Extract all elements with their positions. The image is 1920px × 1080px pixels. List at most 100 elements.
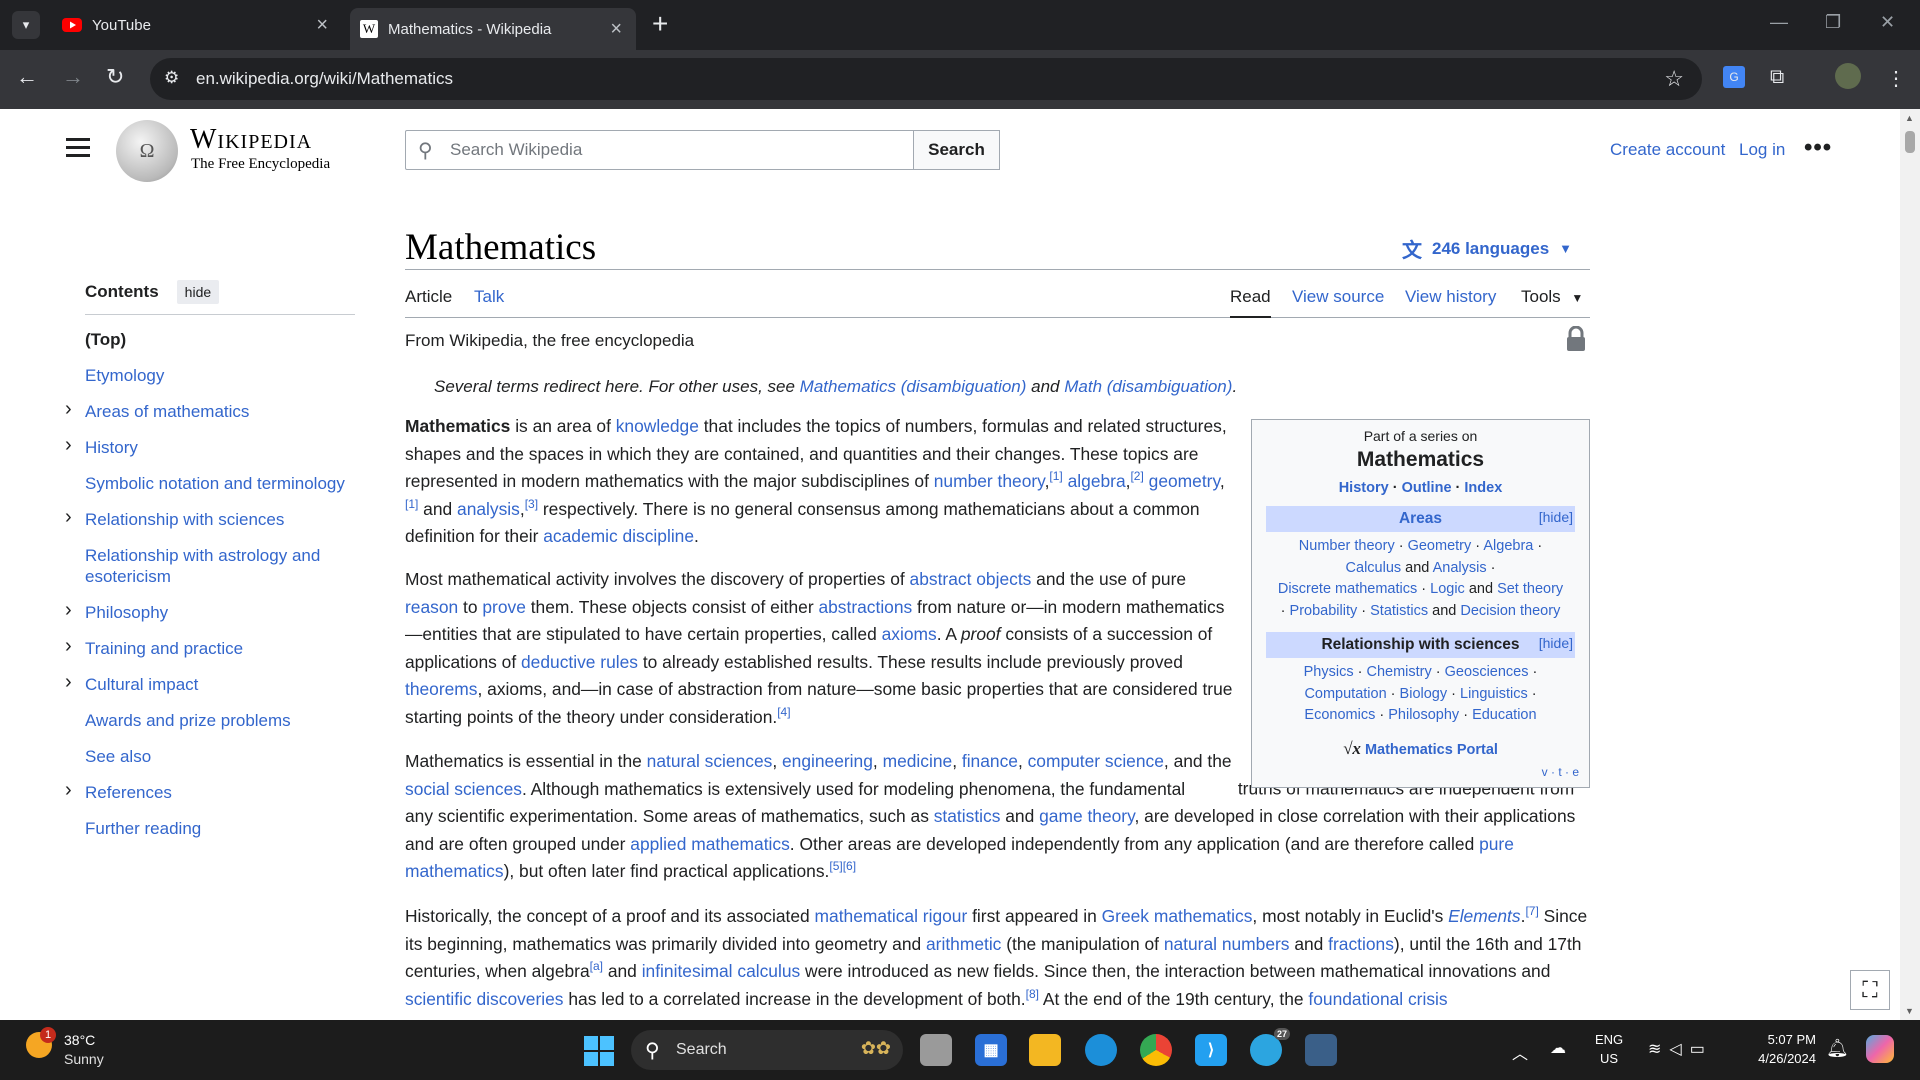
- scroll-up-icon[interactable]: ▲: [1905, 113, 1914, 123]
- link[interactable]: analysis: [457, 499, 520, 519]
- link[interactable]: game theory: [1039, 806, 1134, 826]
- link[interactable]: reason: [405, 597, 458, 617]
- link[interactable]: knowledge: [616, 416, 699, 436]
- address-bar[interactable]: ⚙ en.wikipedia.org/wiki/Mathematics ☆: [150, 58, 1702, 100]
- protected-lock-icon[interactable]: [1566, 326, 1586, 352]
- telegram-icon[interactable]: 27: [1250, 1028, 1290, 1066]
- taskbar-search[interactable]: ⚲ Search ✿✿: [631, 1030, 903, 1070]
- link[interactable]: arithmetic: [926, 934, 1001, 954]
- link[interactable]: statistics: [934, 806, 1001, 826]
- toc-item-label[interactable]: (Top): [85, 330, 126, 349]
- file-explorer-icon[interactable]: [1029, 1034, 1061, 1066]
- more-options-icon[interactable]: •••: [1804, 134, 1832, 162]
- volume-icon[interactable]: ◁: [1669, 1041, 1689, 1058]
- link[interactable]: number theory: [934, 471, 1045, 491]
- infobox-link[interactable]: Outline: [1402, 480, 1452, 496]
- infobox-link[interactable]: Algebra: [1483, 538, 1533, 554]
- toc-item-label[interactable]: Etymology: [85, 366, 164, 385]
- reload-icon[interactable]: ↻: [106, 64, 124, 90]
- tab-wikipedia[interactable]: W Mathematics - Wikipedia ×: [350, 8, 636, 50]
- tab-article[interactable]: Article: [405, 287, 452, 307]
- toc-item[interactable]: › Relationship with sciences: [65, 507, 355, 530]
- tab-youtube[interactable]: YouTube ×: [52, 8, 342, 42]
- infobox-link[interactable]: Physics: [1304, 664, 1354, 680]
- close-tab-icon[interactable]: ×: [316, 14, 328, 37]
- sciences-hide-link[interactable]: [hide]: [1539, 635, 1573, 651]
- profile-avatar[interactable]: [1835, 63, 1861, 89]
- infobox-link[interactable]: Probability: [1290, 603, 1358, 619]
- input-language[interactable]: ENG: [1595, 1032, 1623, 1047]
- infobox-link[interactable]: Philosophy: [1388, 707, 1459, 723]
- link[interactable]: mathematical rigour: [815, 906, 968, 926]
- toc-item[interactable]: › Areas of mathematics: [65, 399, 355, 422]
- new-tab-icon[interactable]: +: [652, 8, 668, 40]
- link[interactable]: prove: [482, 597, 526, 617]
- toc-item[interactable]: Symbolic notation and terminology: [85, 473, 355, 494]
- translate-extension-icon[interactable]: G: [1723, 66, 1745, 88]
- toc-item-label[interactable]: Cultural impact: [85, 675, 198, 694]
- tab-view-history[interactable]: View history: [1405, 287, 1496, 307]
- link[interactable]: axioms: [882, 624, 937, 644]
- link[interactable]: abstract objects: [910, 569, 1032, 589]
- link[interactable]: natural sciences: [647, 751, 773, 771]
- python-icon[interactable]: [1305, 1034, 1337, 1066]
- minimize-icon[interactable]: —: [1770, 12, 1788, 33]
- link[interactable]: scientific discoveries: [405, 989, 564, 1009]
- link[interactable]: fractions: [1328, 934, 1394, 954]
- infobox-link[interactable]: Computation: [1304, 686, 1386, 702]
- toc-item-label[interactable]: Awards and prize problems: [85, 711, 291, 730]
- link[interactable]: academic discipline: [543, 526, 694, 546]
- infobox-link[interactable]: Linguistics: [1460, 686, 1528, 702]
- link[interactable]: deductive rules: [521, 652, 638, 672]
- link[interactable]: social sciences: [405, 779, 522, 799]
- toc-item[interactable]: Etymology: [85, 365, 355, 386]
- scroll-down-icon[interactable]: ▼: [1905, 1006, 1914, 1016]
- site-info-icon[interactable]: ⚙: [164, 68, 179, 88]
- portal-label[interactable]: Mathematics Portal: [1365, 742, 1498, 758]
- search-input[interactable]: [450, 131, 905, 169]
- system-tray-icons[interactable]: ≋◁▭: [1648, 1039, 1713, 1059]
- tab-read[interactable]: Read: [1230, 287, 1271, 318]
- infobox-link[interactable]: Chemistry: [1367, 664, 1432, 680]
- link[interactable]: foundational crisis: [1308, 989, 1447, 1009]
- bookmark-star-icon[interactable]: ☆: [1664, 66, 1684, 92]
- wikipedia-wordmark[interactable]: Wikipedia: [190, 124, 312, 156]
- extensions-puzzle-icon[interactable]: ⧉: [1770, 66, 1784, 89]
- infobox-link[interactable]: Number theory: [1299, 538, 1395, 554]
- infobox-link[interactable]: Calculus: [1346, 560, 1402, 576]
- toc-item[interactable]: (Top): [85, 329, 355, 350]
- areas-hide-link[interactable]: [hide]: [1539, 509, 1573, 525]
- link[interactable]: computer science: [1028, 751, 1164, 771]
- toc-item[interactable]: Awards and prize problems: [85, 710, 355, 731]
- windows-start-icon[interactable]: [584, 1036, 614, 1066]
- infobox-link[interactable]: Discrete mathematics: [1278, 581, 1417, 597]
- input-region[interactable]: US: [1600, 1051, 1618, 1066]
- chevron-right-icon[interactable]: ›: [65, 600, 72, 621]
- tab-view-source[interactable]: View source: [1292, 287, 1384, 307]
- weather-temperature[interactable]: 38°C: [64, 1032, 95, 1048]
- main-menu-icon[interactable]: [66, 138, 90, 158]
- link[interactable]: algebra: [1068, 471, 1126, 491]
- vte-links[interactable]: v · t · e: [1542, 765, 1579, 779]
- infobox-link[interactable]: Geometry: [1408, 538, 1472, 554]
- toc-item-label[interactable]: Philosophy: [85, 603, 168, 622]
- infobox-link[interactable]: Geosciences: [1445, 664, 1529, 680]
- toc-item-label[interactable]: Further reading: [85, 819, 201, 838]
- link[interactable]: medicine: [883, 751, 953, 771]
- toc-item[interactable]: › References: [65, 780, 355, 803]
- notification-bell-icon[interactable]: 🔔︎: [1826, 1038, 1849, 1059]
- infobox-link[interactable]: Index: [1464, 480, 1502, 496]
- link[interactable]: Elements: [1448, 906, 1521, 926]
- wifi-icon[interactable]: ≋: [1648, 1041, 1669, 1058]
- chevron-right-icon[interactable]: ›: [65, 780, 72, 801]
- toc-item-label[interactable]: Symbolic notation and terminology: [85, 474, 345, 493]
- toc-item-label[interactable]: See also: [85, 747, 151, 766]
- link[interactable]: geometry: [1149, 471, 1220, 491]
- chevron-right-icon[interactable]: ›: [65, 507, 72, 528]
- link[interactable]: abstractions: [818, 597, 912, 617]
- infobox-link[interactable]: Biology: [1400, 686, 1448, 702]
- microsoft-store-icon[interactable]: ▦: [975, 1034, 1007, 1066]
- restore-icon[interactable]: ❐: [1825, 12, 1841, 33]
- tab-search-dropdown-icon[interactable]: ▾: [12, 11, 40, 39]
- infobox-link[interactable]: History: [1339, 480, 1389, 496]
